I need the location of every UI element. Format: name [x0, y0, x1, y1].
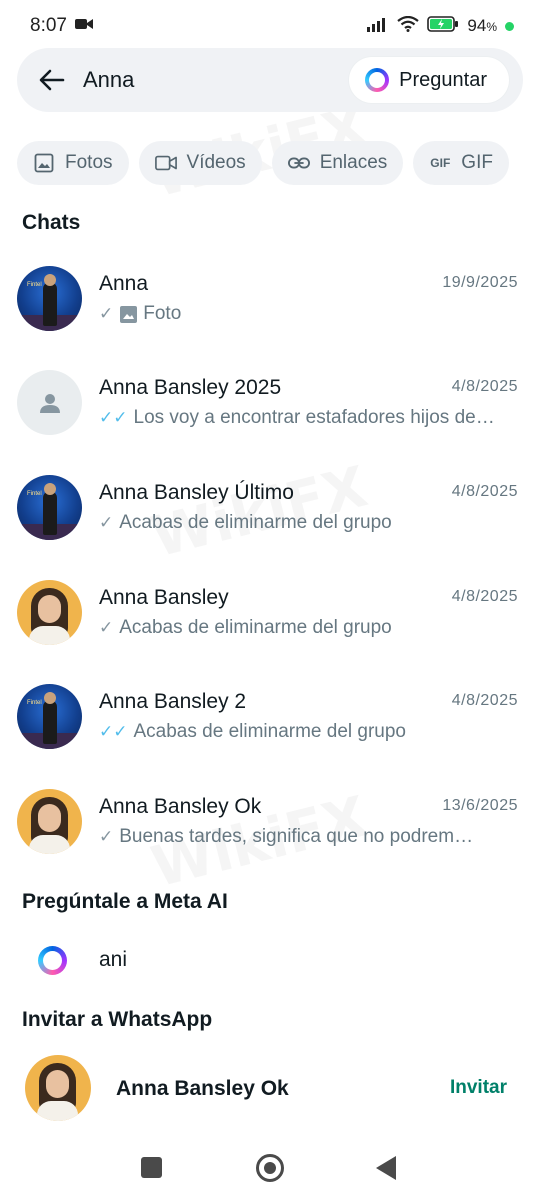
- filter-chips: Fotos Vídeos Enlaces GIF GIF: [17, 141, 509, 185]
- back-arrow-icon[interactable]: [37, 65, 67, 95]
- gif-icon: GIF: [430, 156, 451, 170]
- chat-row[interactable]: Anna Bansley Ok 13/6/2025 ✓ Buenas tarde…: [0, 789, 540, 893]
- clock: 8:07: [30, 15, 67, 36]
- ask-button-label: Preguntar: [399, 68, 487, 91]
- video-camera-icon: [74, 15, 93, 37]
- battery-unit: %: [486, 20, 497, 34]
- filter-chip-gif[interactable]: GIF GIF: [413, 141, 509, 185]
- back-button[interactable]: [376, 1156, 396, 1180]
- chat-name: Anna: [99, 272, 149, 295]
- chat-row[interactable]: Fintel Anna Bansley 2 4/8/2025 ✓✓ Acabas…: [0, 684, 540, 788]
- wifi-icon: [397, 15, 420, 37]
- status-bar: 8:07 94%: [0, 0, 540, 52]
- chat-row[interactable]: Fintel Anna 19/9/2025 ✓ Foto: [0, 266, 540, 370]
- avatar: Fintel: [17, 684, 82, 749]
- avatar: [17, 789, 82, 854]
- avatar: Fintel: [17, 475, 82, 540]
- sent-tick-icon: ✓: [99, 304, 114, 323]
- chat-date: 4/8/2025: [451, 588, 518, 605]
- chat-name: Anna Bansley: [99, 586, 229, 609]
- chat-name: Anna Bansley Ok: [99, 795, 262, 818]
- system-nav-bar: [0, 1140, 540, 1200]
- chat-date: 4/8/2025: [451, 483, 518, 500]
- chat-row[interactable]: Fintel Anna Bansley Último 4/8/2025 ✓ Ac…: [0, 475, 540, 579]
- search-bar: Anna Preguntar: [17, 48, 523, 112]
- chat-preview-text: Buenas tardes, significa que no podrem…: [119, 826, 474, 847]
- filter-chip-photos[interactable]: Fotos: [17, 141, 129, 185]
- chat-preview: ✓✓ Acabas de eliminarme del grupo: [99, 721, 519, 743]
- default-avatar-icon: [17, 370, 82, 435]
- chat-name: Anna Bansley Último: [99, 481, 294, 504]
- section-title-invite: Invitar a WhatsApp: [22, 1008, 213, 1031]
- sent-tick-icon: ✓: [99, 827, 114, 846]
- search-input[interactable]: Anna: [83, 67, 349, 93]
- chat-preview: ✓ Buenas tardes, significa que no podrem…: [99, 826, 519, 848]
- meta-ai-icon: [38, 946, 67, 975]
- invite-contact-row: Anna Bansley Ok Invitar: [0, 1055, 540, 1123]
- section-title-chats: Chats: [22, 211, 81, 234]
- meta-ai-query: ani: [99, 948, 128, 971]
- image-icon: [33, 152, 55, 174]
- chat-preview-text: Acabas de eliminarme del grupo: [119, 512, 392, 533]
- section-title-meta-ai: Pregúntale a Meta AI: [22, 890, 228, 913]
- read-ticks-icon: ✓✓: [99, 408, 128, 427]
- chat-preview-text: Acabas de eliminarme del grupo: [119, 617, 392, 638]
- chat-row[interactable]: Anna Bansley 4/8/2025 ✓ Acabas de elimin…: [0, 580, 540, 684]
- invite-button[interactable]: Invitar: [450, 1077, 507, 1099]
- home-button[interactable]: [256, 1154, 284, 1182]
- filter-chip-label: Fotos: [65, 152, 113, 173]
- chat-preview: ✓✓ Los voy a encontrar estafadores hijos…: [99, 407, 519, 429]
- sent-tick-icon: ✓: [99, 513, 114, 532]
- chat-date: 4/8/2025: [451, 692, 518, 709]
- filter-chip-label: GIF: [461, 152, 493, 173]
- photo-icon: [119, 305, 137, 323]
- avatar: [25, 1055, 91, 1121]
- filter-chip-links[interactable]: Enlaces: [271, 141, 404, 185]
- filter-chip-label: Enlaces: [319, 152, 388, 173]
- avatar: Fintel: [17, 266, 82, 331]
- chat-preview: ✓ Acabas de eliminarme del grupo: [99, 512, 519, 534]
- recent-apps-button[interactable]: [141, 1157, 162, 1178]
- avatar: [17, 580, 82, 645]
- signal-icon: [367, 16, 389, 37]
- privacy-indicator-dot: [505, 21, 514, 31]
- invite-contact-name: Anna Bansley Ok: [116, 1077, 289, 1100]
- chat-preview-text: Los voy a encontrar estafadores hijos de…: [133, 407, 495, 428]
- chat-name: Anna Bansley 2025: [99, 376, 282, 399]
- chat-date: 19/9/2025: [442, 274, 518, 291]
- battery-level: 94: [467, 16, 487, 35]
- link-icon: [287, 152, 310, 174]
- battery-icon: [427, 15, 459, 37]
- chat-date: 13/6/2025: [442, 797, 518, 814]
- chat-date: 4/8/2025: [451, 378, 518, 395]
- ask-meta-ai-button[interactable]: Preguntar: [349, 57, 509, 103]
- filter-chip-videos[interactable]: Vídeos: [138, 141, 262, 185]
- sent-tick-icon: ✓: [99, 618, 114, 637]
- chat-preview-text: Acabas de eliminarme del grupo: [133, 721, 407, 742]
- chat-preview: ✓ Foto: [99, 303, 519, 325]
- chat-preview: ✓ Acabas de eliminarme del grupo: [99, 617, 519, 639]
- chat-row[interactable]: Anna Bansley 2025 4/8/2025 ✓✓ Los voy a …: [0, 370, 540, 474]
- read-ticks-icon: ✓✓: [99, 722, 128, 741]
- chat-name: Anna Bansley 2: [99, 690, 247, 713]
- meta-ai-suggestion[interactable]: ani: [0, 938, 540, 984]
- meta-ai-icon: [365, 68, 390, 92]
- filter-chip-label: Vídeos: [186, 152, 246, 173]
- chat-preview-text: Foto: [143, 303, 182, 324]
- video-icon: [154, 152, 177, 174]
